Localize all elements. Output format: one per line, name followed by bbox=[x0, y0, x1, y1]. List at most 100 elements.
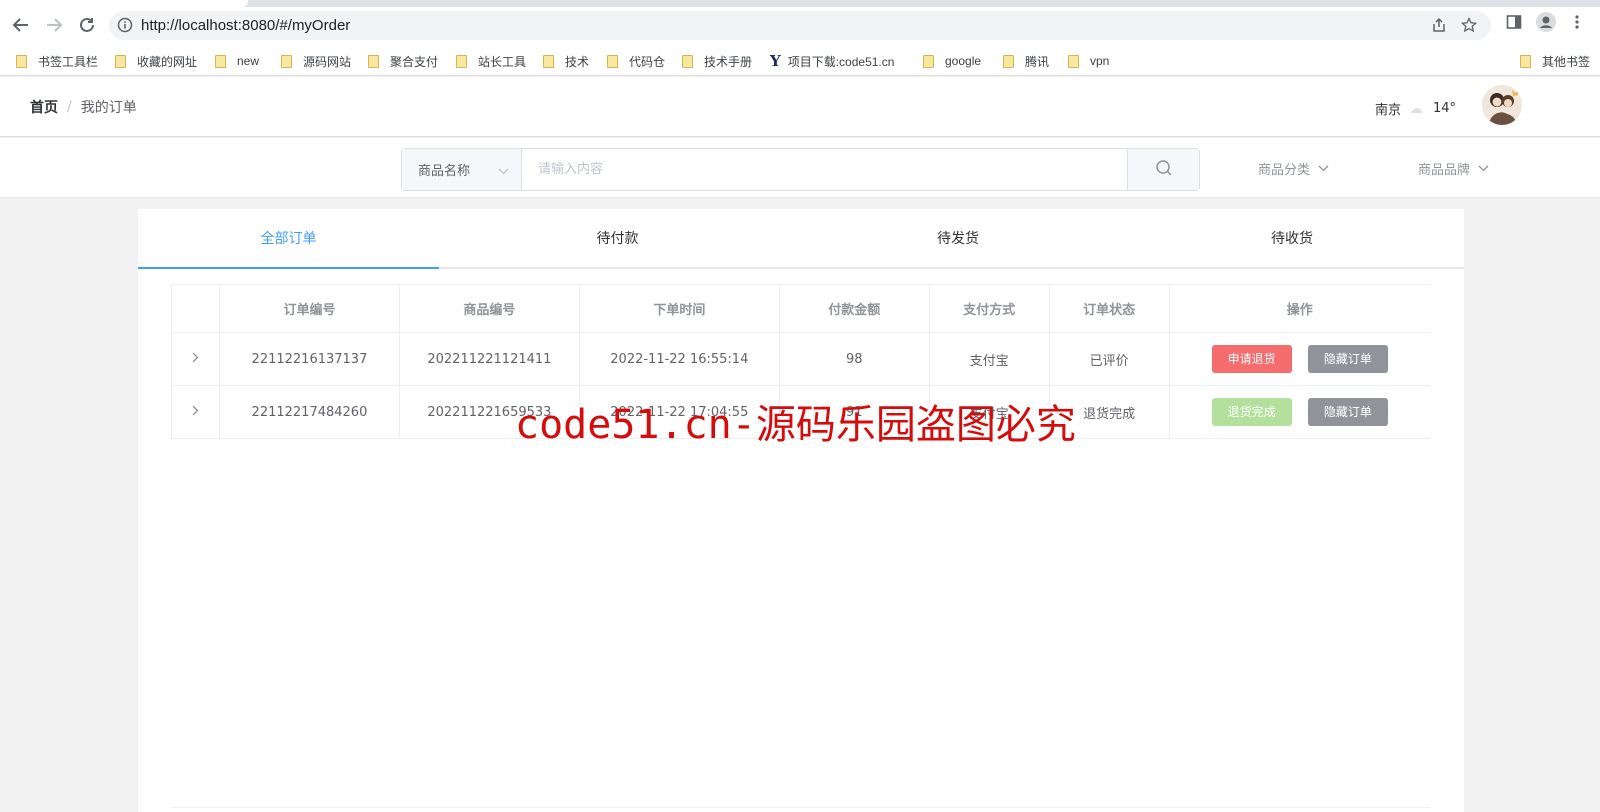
brand-filter-dropdown[interactable]: 商品品牌 bbox=[1418, 159, 1489, 178]
bookmark-label: google bbox=[945, 54, 982, 68]
chevron-down-icon bbox=[498, 164, 509, 179]
weather-city: 南京 bbox=[1375, 103, 1402, 118]
more-menu-icon[interactable] bbox=[1574, 14, 1580, 34]
category-filter-label: 商品分类 bbox=[1258, 163, 1311, 178]
search-field-select[interactable]: 商品名称 bbox=[402, 149, 522, 190]
bookmark-label: vpn bbox=[1090, 54, 1110, 68]
bookmark-label: 项目下载:code51.cn bbox=[787, 54, 895, 69]
site-info-icon[interactable] bbox=[117, 17, 133, 37]
column-header: 商品编号 bbox=[398, 284, 580, 333]
chevron-right-icon bbox=[192, 405, 199, 420]
order-time-cell: 2022-11-22 16:55:14 bbox=[578, 332, 780, 386]
folder-icon bbox=[682, 54, 693, 68]
column-header: 订单编号 bbox=[218, 284, 400, 333]
column-header: 付款金额 bbox=[778, 284, 930, 333]
order-status-cell: 已评价 bbox=[1048, 332, 1170, 386]
bookmark-item[interactable]: 站长工具 bbox=[456, 51, 526, 71]
tab-pending-receipt[interactable]: 待收货 bbox=[1120, 209, 1464, 269]
column-header: 支付方式 bbox=[928, 284, 1050, 333]
expand-column-header bbox=[171, 284, 220, 333]
breadcrumb-current: 我的订单 bbox=[80, 100, 137, 116]
chevron-right-icon bbox=[192, 352, 199, 367]
breadcrumb-home[interactable]: 首页 bbox=[30, 97, 58, 117]
search-group: 商品名称 bbox=[401, 148, 1200, 191]
folder-icon bbox=[215, 54, 226, 68]
back-icon[interactable] bbox=[10, 14, 32, 36]
folder-icon bbox=[543, 54, 554, 68]
bookmark-item[interactable]: 腾讯 bbox=[1003, 51, 1049, 71]
column-header: 下单时间 bbox=[578, 284, 780, 333]
app-header: 首页 / 我的订单 南京 ☁ 14° bbox=[0, 77, 1600, 137]
avatar[interactable] bbox=[1482, 85, 1522, 125]
bookmark-label: 技术手册 bbox=[704, 54, 753, 69]
return-complete-button[interactable]: 退货完成 bbox=[1211, 398, 1292, 426]
active-tab-indicator bbox=[138, 267, 439, 269]
side-panel-icon[interactable] bbox=[1506, 14, 1522, 34]
folder-icon bbox=[456, 54, 467, 68]
bookmark-label: 技术 bbox=[565, 54, 590, 69]
payment-method-cell: 支付宝 bbox=[928, 332, 1050, 386]
amount-cell: 98 bbox=[778, 332, 930, 386]
breadcrumb: 首页 / 我的订单 bbox=[30, 97, 137, 117]
profile-icon[interactable] bbox=[1536, 12, 1556, 36]
cloud-icon: ☁ bbox=[1409, 100, 1424, 117]
folder-icon bbox=[607, 54, 618, 68]
table-header-row: 订单编号 商品编号 下单时间 付款金额 支付方式 订单状态 操作 bbox=[171, 284, 1430, 333]
other-bookmarks[interactable]: 其他书签 bbox=[1520, 51, 1590, 71]
category-filter-dropdown[interactable]: 商品分类 bbox=[1258, 159, 1329, 178]
bookmark-star-icon[interactable] bbox=[1460, 16, 1478, 37]
folder-icon bbox=[1003, 54, 1014, 68]
column-header: 操作 bbox=[1168, 284, 1430, 333]
bookmark-label: 代码仓 bbox=[629, 54, 666, 69]
bookmark-label: 腾讯 bbox=[1025, 54, 1050, 69]
expand-row-button[interactable] bbox=[171, 332, 220, 386]
bookmark-item[interactable]: 技术手册 bbox=[682, 51, 752, 71]
reload-icon[interactable] bbox=[76, 14, 98, 36]
order-tabs: 全部订单 待付款 待发货 待收货 bbox=[138, 209, 1464, 269]
bookmark-item[interactable]: google bbox=[923, 51, 981, 71]
url-text[interactable]: http://localhost:8080/#/myOrder bbox=[141, 17, 350, 34]
bookmark-item[interactable]: vpn bbox=[1068, 51, 1109, 71]
tab-all-orders[interactable]: 全部订单 bbox=[138, 209, 439, 269]
orders-card: 全部订单 待付款 待发货 待收货 订单编号 商品编号 下单时间 付款金额 支付方… bbox=[138, 209, 1464, 812]
folder-icon bbox=[368, 54, 379, 68]
bookmark-item[interactable]: 技术 bbox=[543, 51, 589, 71]
search-button[interactable] bbox=[1127, 149, 1199, 190]
folder-icon bbox=[16, 54, 27, 68]
hide-order-button[interactable]: 隐藏订单 bbox=[1307, 345, 1388, 373]
product-number-cell: 202211221121411 bbox=[398, 332, 580, 386]
request-return-button[interactable]: 申请退货 bbox=[1211, 345, 1292, 373]
brand-filter-label: 商品品牌 bbox=[1418, 163, 1471, 178]
order-number-cell: 22112216137137 bbox=[218, 332, 400, 386]
bookmark-item[interactable]: 聚合支付 bbox=[368, 51, 438, 71]
active-tab[interactable] bbox=[0, 0, 248, 7]
column-header: 订单状态 bbox=[1048, 284, 1170, 333]
tab-strip bbox=[0, 0, 1600, 7]
forward-icon[interactable] bbox=[43, 14, 65, 36]
chevron-down-icon bbox=[1478, 161, 1489, 176]
bookmark-label: 站长工具 bbox=[478, 54, 527, 69]
share-icon[interactable] bbox=[1431, 17, 1447, 37]
bookmark-item[interactable]: 收藏的网址 bbox=[115, 51, 197, 71]
bookmark-item[interactable]: Y 项目下载:code51.cn bbox=[770, 51, 894, 71]
expand-row-button[interactable] bbox=[171, 385, 220, 439]
folder-icon bbox=[1520, 54, 1531, 68]
bookmark-label: 书签工具栏 bbox=[38, 54, 99, 69]
bookmark-item[interactable]: 代码仓 bbox=[607, 51, 665, 71]
tab-pending-payment[interactable]: 待付款 bbox=[439, 209, 796, 269]
y-logo-icon: Y bbox=[770, 52, 781, 70]
bookmark-item[interactable]: 源码网站 bbox=[281, 51, 351, 71]
hide-order-button[interactable]: 隐藏订单 bbox=[1307, 398, 1388, 426]
search-input[interactable] bbox=[522, 149, 1130, 190]
bookmark-label: 其他书签 bbox=[1542, 54, 1591, 69]
address-bar[interactable]: http://localhost:8080/#/myOrder bbox=[109, 11, 1491, 40]
browser-toolbar: http://localhost:8080/#/myOrder bbox=[0, 0, 1600, 46]
bookmark-label: new bbox=[237, 54, 260, 68]
divider bbox=[171, 807, 1430, 808]
search-band: 商品名称 商品分类 商品品牌 bbox=[0, 138, 1600, 198]
weather-widget: 南京 ☁ 14° bbox=[1375, 99, 1456, 119]
tab-pending-shipment[interactable]: 待发货 bbox=[796, 209, 1120, 269]
bookmark-item[interactable]: 书签工具栏 bbox=[16, 51, 98, 71]
folder-icon bbox=[281, 54, 292, 68]
bookmark-item[interactable]: new bbox=[215, 51, 259, 71]
